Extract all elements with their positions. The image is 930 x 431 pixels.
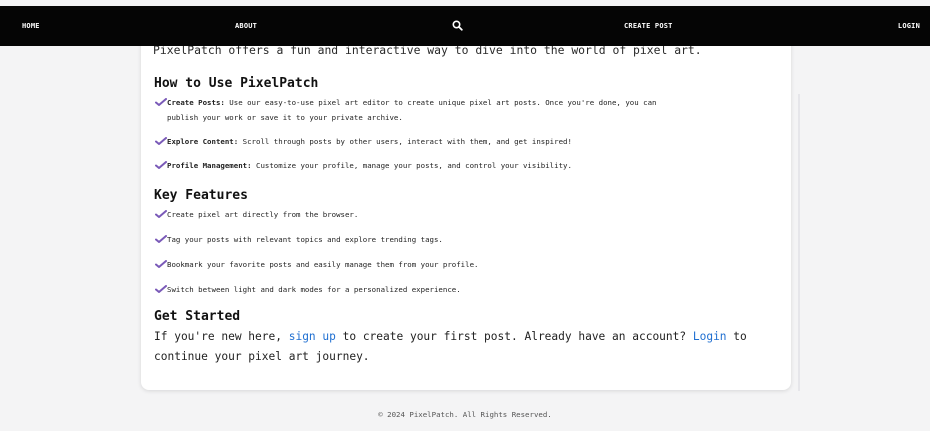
- key-feature-item: Bookmark your favorite posts and easily …: [155, 257, 478, 272]
- side-panel-edge: [798, 94, 800, 391]
- navbar: HOME ABOUT CREATE POST LOGIN: [0, 6, 930, 46]
- nav-home-link[interactable]: HOME: [22, 6, 40, 46]
- checkmark-icon: [155, 96, 167, 106]
- how-to-item-profile-management: Profile Management: Customize your profi…: [155, 158, 572, 173]
- key-feature-text: Tag your posts with relevant topics and …: [167, 235, 443, 244]
- key-feature-item: Switch between light and dark modes for …: [155, 282, 461, 297]
- checkmark-icon: [155, 283, 167, 293]
- key-feature-text: Create pixel art directly from the brows…: [167, 210, 359, 219]
- nav-about-link[interactable]: ABOUT: [235, 6, 257, 46]
- item-text: Customize your profile, manage your post…: [251, 161, 572, 170]
- checkmark-icon: [155, 159, 167, 169]
- nav-login-link[interactable]: LOGIN: [898, 6, 920, 46]
- search-icon[interactable]: [451, 6, 465, 46]
- how-to-item-create-posts: Create Posts: Use our easy-to-use pixel …: [155, 95, 656, 125]
- item-label: Profile Management:: [167, 161, 252, 170]
- key-feature-item: Create pixel art directly from the brows…: [155, 207, 358, 222]
- how-to-heading: How to Use PixelPatch: [154, 76, 319, 91]
- key-feature-text: Switch between light and dark modes for …: [167, 285, 461, 294]
- how-to-item-explore-content: Explore Content: Scroll through posts by…: [155, 134, 572, 149]
- footer-copyright: © 2024 PixelPatch. All Rights Reserved.: [378, 410, 552, 419]
- item-label: Create Posts:: [167, 98, 225, 107]
- page: PixelPatch offers a fun and interactive …: [0, 0, 930, 431]
- item-text: Use our easy-to-use pixel art editor to …: [224, 98, 657, 107]
- get-started-part1: If you're new here,: [154, 330, 289, 343]
- checkmark-icon: [155, 233, 167, 243]
- item-text: Scroll through posts by other users, int…: [238, 137, 572, 146]
- get-started-text: If you're new here, sign up to create yo…: [154, 327, 784, 367]
- sign-up-link[interactable]: sign up: [289, 330, 336, 343]
- login-link[interactable]: Login: [693, 330, 727, 343]
- key-feature-item: Tag your posts with relevant topics and …: [155, 232, 443, 247]
- key-feature-text: Bookmark your favorite posts and easily …: [167, 260, 479, 269]
- item-text-continued: publish your work or save it to your pri…: [167, 113, 403, 122]
- get-started-heading: Get Started: [154, 309, 241, 324]
- footer: © 2024 PixelPatch. All Rights Reserved.: [0, 398, 930, 431]
- nav-create-post-link[interactable]: CREATE POST: [624, 6, 673, 46]
- checkmark-icon: [155, 208, 167, 218]
- item-label: Explore Content:: [167, 137, 239, 146]
- key-features-heading: Key Features: [154, 188, 248, 203]
- checkmark-icon: [155, 258, 167, 268]
- get-started-part2: to create your first post. Already have …: [335, 330, 693, 343]
- checkmark-icon: [155, 135, 167, 145]
